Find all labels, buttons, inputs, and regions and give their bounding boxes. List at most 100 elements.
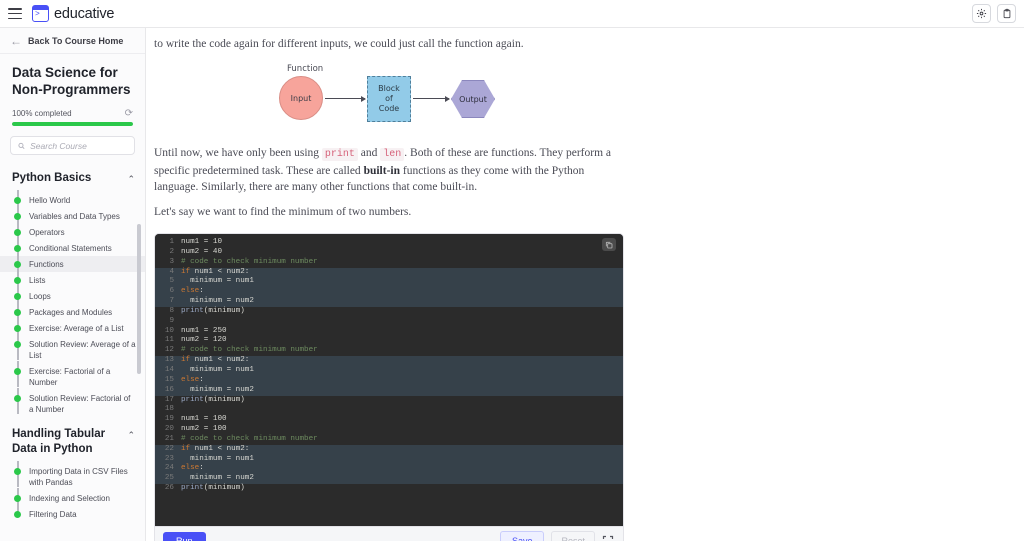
sidebar-section-header[interactable]: Handling Tabular Data in Python ⌃ [0,417,145,463]
line-number: 18 [164,405,174,414]
diagram-arrow-input-to-function [325,95,366,102]
code-text: # code to check minimum number [181,435,318,445]
code-line: 17 print(minimum) [155,396,623,406]
code-line: 1 num1 = 10 [155,238,623,248]
sidebar-item-exercise-factorial-of-a-number[interactable]: Exercise: Factorial of a Number [0,361,145,390]
sidebar-item-variables-and-data-types[interactable]: Variables and Data Types [0,206,145,232]
educative-logo[interactable]: educative [32,5,114,22]
line-number: 4 [169,267,174,276]
chevron-up-icon[interactable]: ⌃ [127,430,135,441]
diagram-function-label: Function [287,64,324,74]
sidebar-item-filtering-data[interactable]: Filtering Data [0,506,145,522]
search-input[interactable] [30,140,127,151]
code-text: # code to check minimum number [181,346,318,356]
sidebar-item-lists[interactable]: Lists [0,270,145,296]
code-line: 20 num2 = 100 [155,425,623,435]
diagram-block-line-1: Block [378,84,400,93]
code-line: 16 minimum = num2 [155,385,623,396]
progress-bar-fill [12,122,133,126]
lesson-content: to write the code again for different in… [146,28,1024,541]
code-token: else [181,375,200,384]
inline-code-len: len [380,148,405,161]
progress-bullet-column [14,238,22,264]
code-line: 11 num2 = 120 [155,336,623,346]
code-line: 8 print(minimum) [155,307,623,317]
sidebar-item-conditional-statements[interactable]: Conditional Statements [0,238,145,264]
code-text: if num1 < num2: [181,268,249,278]
fullscreen-icon[interactable] [602,534,615,541]
sidebar-item-indexing-and-selection[interactable]: Indexing and Selection [0,488,145,514]
sidebar-item-solution-review-factorial-of-a-number[interactable]: Solution Review: Factorial of a Number [0,388,145,417]
refresh-icon[interactable]: ⟳ [125,108,133,119]
sidebar-item-loops[interactable]: Loops [0,286,145,312]
line-number: 7 [169,297,174,306]
sidebar-item-operators[interactable]: Operators [0,222,145,248]
course-title: Data Science for Non-Programmers [12,65,131,97]
sidebar-item-packages-and-modules[interactable]: Packages and Modules [0,302,145,328]
code-text: num2 = 100 [181,425,227,435]
line-number: 20 [164,425,174,434]
save-button[interactable]: Save [499,530,545,541]
content-inner: to write the code again for different in… [146,36,1024,541]
code-token: minimum = num1 [181,454,254,463]
progress-bullet-column [14,318,22,344]
code-token: if [181,444,191,453]
code-line: 25 minimum = num2 [155,474,623,485]
progress-bar [12,122,133,126]
prose-top: to write the code again for different in… [154,36,624,52]
code-token: else [181,287,200,296]
code-text: else: [181,287,204,297]
completed-dot-icon [14,325,21,332]
sidebar-scrollbar[interactable] [137,224,141,374]
sidebar-item-label: Functions [29,260,64,269]
code-token: num1 < num2: [190,356,250,365]
line-number: 10 [164,326,174,335]
sidebar-item-label: Packages and Modules [29,308,113,317]
code-text: if num1 < num2: [181,445,249,455]
progress-bullet-column [14,286,22,312]
run-button[interactable]: Run [163,531,206,541]
reset-button[interactable]: Reset [551,530,595,541]
sidebar-item-hello-world[interactable]: Hello World [0,190,145,216]
line-number: 11 [164,336,174,345]
inline-code-print: print [321,148,358,161]
code-text: # code to check minimum number [181,258,318,268]
sidebar-item-exercise-average-of-a-list[interactable]: Exercise: Average of a List [0,318,145,344]
top-bar-actions [972,4,1016,23]
code-line: 23 minimum = num1 [155,454,623,465]
sidebar-item-solution-review-average-of-a-list[interactable]: Solution Review: Average of a List [0,334,145,363]
code-text: minimum = num2 [181,474,254,484]
sidebar-item-label: Exercise: Factorial of a Number [29,367,111,387]
completed-dot-icon [14,309,21,316]
copy-icon[interactable] [602,238,616,251]
clipboard-icon[interactable] [997,4,1016,23]
completed-dot-icon [14,229,21,236]
sidebar-item-label: Variables and Data Types [29,212,120,221]
back-to-course-home-link[interactable]: ← Back To Course Home [0,28,145,54]
completed-dot-icon [14,197,21,204]
progress-bullet-column [14,190,22,216]
line-number: 24 [164,464,174,473]
sidebar-item-functions[interactable]: Functions [0,254,145,280]
search-course-box[interactable] [10,136,135,155]
code-text: minimum = num2 [181,386,254,396]
code-lines: 1 num1 = 10 2 num2 = 40 3 # code to check min… [155,234,623,494]
progress-bullet-column [14,488,22,514]
back-to-course-home-label: Back To Course Home [28,35,124,46]
code-token: (minimum) [203,395,245,404]
completed-dot-icon [14,511,21,518]
sidebar-item-label: Solution Review: Factorial of a Number [29,394,131,414]
hamburger-icon[interactable] [8,8,22,19]
code-line: 14 minimum = num1 [155,365,623,376]
code-editor-area[interactable]: 1 num1 = 10 2 num2 = 40 3 # code to check min… [155,234,623,526]
sidebar-section-title: Handling Tabular Data in Python [12,428,106,455]
code-line: 19 num1 = 100 [155,415,623,425]
progress-bullet-column [14,222,22,248]
sidebar-section-header[interactable]: Python Basics ⌃ [0,161,145,192]
sidebar-item-importing-data-in-csv-files-with-pandas[interactable]: Importing Data in CSV Files with Pandas [0,461,145,490]
chevron-up-icon[interactable]: ⌃ [127,174,135,185]
code-token: (minimum) [203,306,245,315]
code-token: # code to check minimum number [181,346,318,355]
gear-icon[interactable] [972,4,991,23]
code-token: minimum = num1 [181,365,254,374]
